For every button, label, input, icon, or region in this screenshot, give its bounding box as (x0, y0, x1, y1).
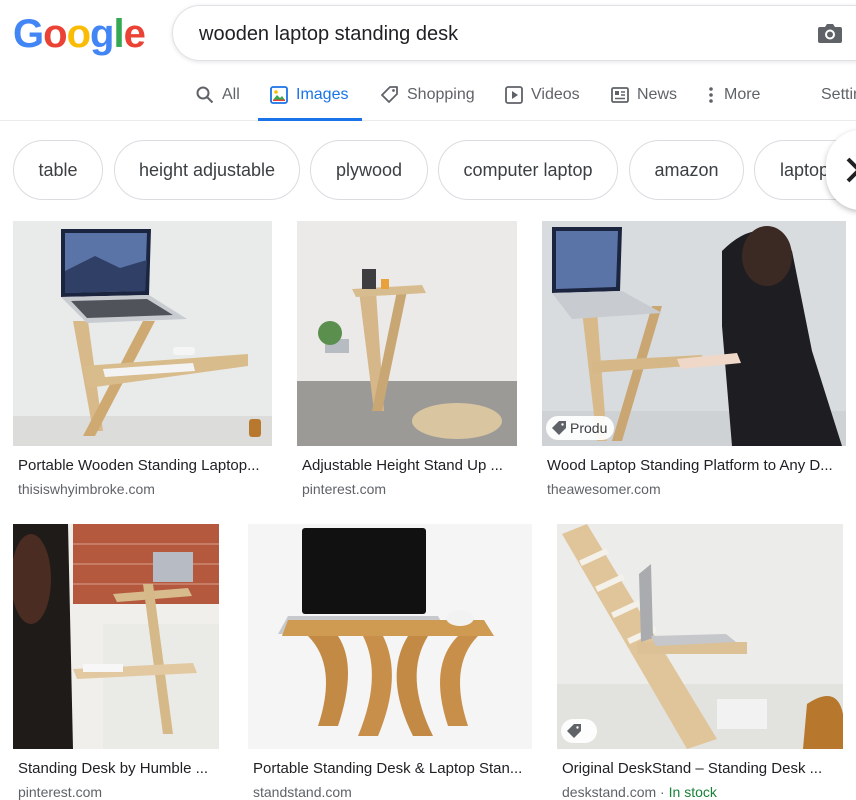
logo-letter: e (123, 12, 146, 56)
logo-letter: o (66, 12, 91, 56)
logo-letter: o (43, 12, 67, 56)
tab-images[interactable]: Images (257, 70, 364, 121)
tab-label: Settings (821, 86, 856, 103)
tab-shopping[interactable]: Shopping (381, 70, 475, 120)
tab-label: Images (296, 86, 349, 103)
result-domain[interactable]: thisiswhyimbroke.com (18, 481, 155, 497)
tab-label: More (724, 86, 761, 103)
search-bar (172, 5, 856, 62)
result-title[interactable]: Standing Desk by Humble ... (18, 760, 218, 777)
search-tabs: All Images Shopping Videos News More Set… (0, 70, 856, 121)
tab-label: All (222, 86, 240, 103)
logo-letter: g (90, 12, 114, 56)
result-title[interactable]: Original DeskStand – Standing Desk ... (562, 760, 838, 777)
result-title[interactable]: Portable Standing Desk & Laptop Stan... (253, 760, 528, 777)
result-thumbnail[interactable] (297, 221, 517, 446)
image-icon (270, 86, 288, 104)
image-result[interactable]: Adjustable Height Stand Up ... pinterest… (297, 221, 517, 501)
result-title[interactable]: Portable Wooden Standing Laptop... (18, 457, 268, 474)
tab-label: News (637, 86, 678, 103)
search-icon (196, 86, 214, 104)
stock-separator: · (656, 784, 669, 800)
product-badge: Produ (546, 416, 614, 440)
tab-videos[interactable]: Videos (505, 70, 580, 120)
image-result[interactable]: Original DeskStand – Standing Desk ... d… (557, 524, 843, 800)
result-domain[interactable]: standstand.com (253, 784, 352, 800)
tab-settings[interactable]: Settings (821, 70, 856, 120)
tab-label: Shopping (407, 86, 475, 103)
chip[interactable]: plywood (310, 140, 428, 200)
logo-letter: G (13, 12, 44, 56)
result-thumbnail[interactable] (13, 524, 219, 749)
image-result[interactable]: Portable Standing Desk & Laptop Stan... … (248, 524, 532, 800)
logo-letter: l (113, 12, 124, 56)
image-result[interactable]: Produ Wood Laptop Standing Platform to A… (542, 221, 846, 501)
refinement-chips: table height adjustable plywood computer… (0, 140, 856, 202)
result-thumbnail[interactable] (557, 524, 843, 749)
tag-icon (381, 86, 398, 103)
result-thumbnail[interactable] (13, 221, 272, 446)
tag-icon (567, 724, 581, 738)
more-vert-icon (709, 87, 713, 103)
deskstand-image (557, 524, 843, 749)
result-title[interactable]: Wood Laptop Standing Platform to Any D..… (547, 457, 842, 474)
standstand-image (248, 524, 532, 749)
tag-icon (552, 421, 566, 435)
chip[interactable]: amazon (629, 140, 744, 200)
result-domain[interactable]: deskstand.com (562, 784, 656, 800)
result-thumbnail[interactable] (248, 524, 532, 749)
badge-label: Produ (570, 420, 608, 436)
laptop-platform-image (542, 221, 846, 446)
result-domain[interactable]: pinterest.com (302, 481, 386, 497)
result-domain[interactable]: theawesomer.com (547, 481, 661, 497)
chip[interactable]: height adjustable (114, 140, 300, 200)
stock-status: In stock (668, 784, 717, 800)
play-icon (505, 86, 523, 104)
image-result[interactable]: Standing Desk by Humble ... pinterest.co… (13, 524, 219, 800)
humble-desk-image (13, 524, 219, 749)
result-title[interactable]: Adjustable Height Stand Up ... (302, 457, 514, 474)
tab-more[interactable]: More (706, 70, 760, 120)
product-badge (561, 719, 597, 743)
tab-news[interactable]: News (611, 70, 677, 120)
search-input[interactable] (197, 6, 781, 62)
google-logo[interactable]: Google (13, 12, 146, 56)
tab-label: Videos (531, 86, 580, 103)
image-result[interactable]: Portable Wooden Standing Laptop... thisi… (13, 221, 272, 501)
result-domain-line: deskstand.com · In stock (562, 784, 717, 800)
tab-all[interactable]: All (196, 70, 240, 120)
newspaper-icon (611, 87, 629, 103)
result-domain[interactable]: pinterest.com (18, 784, 102, 800)
standing-desk-image (297, 221, 517, 446)
laptop-stand-image (13, 221, 272, 446)
chip[interactable]: computer laptop (438, 140, 618, 200)
chevron-right-icon (846, 157, 856, 183)
result-thumbnail[interactable]: Produ (542, 221, 846, 446)
camera-icon[interactable] (817, 22, 843, 44)
chip[interactable]: table (13, 140, 103, 200)
